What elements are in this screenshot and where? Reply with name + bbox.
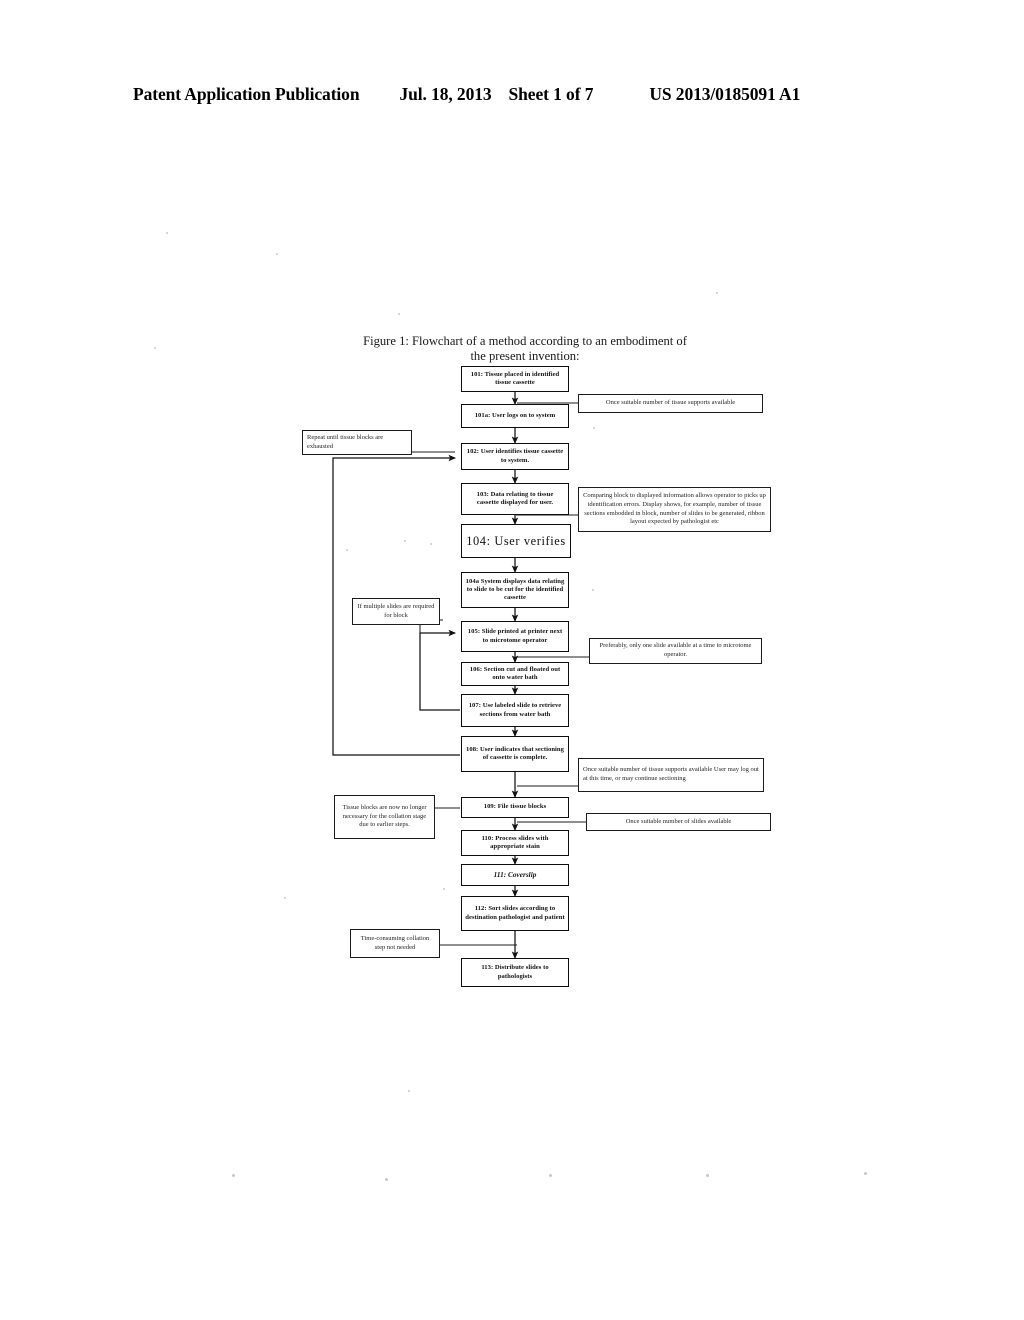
- flow-node-107[interactable]: 107: Use labeled slide to retrieve secti…: [461, 694, 569, 727]
- scan-speckle: [398, 313, 400, 315]
- scan-speckle: [593, 427, 595, 429]
- scan-speckle: [284, 897, 286, 899]
- flow-node-104[interactable]: 104: User verifies: [461, 524, 571, 558]
- figure-caption: Figure 1: Flowchart of a method accordin…: [355, 334, 695, 364]
- header-date-label: Jul. 18, 2013: [399, 84, 492, 104]
- flow-node-113[interactable]: 113: Distribute slides to pathologists: [461, 958, 569, 987]
- flow-node-112[interactable]: 112: Sort slides according to destinatio…: [461, 896, 569, 931]
- flow-node-104a[interactable]: 104a System displays data relating to sl…: [461, 572, 569, 608]
- scan-speckle: [346, 549, 348, 551]
- annotation-tissue-supports-available: Once suitable number of tissue supports …: [578, 394, 763, 413]
- scan-speckle: [549, 1174, 552, 1177]
- page-header: Patent Application Publication Jul. 18, …: [133, 84, 891, 110]
- flow-node-109[interactable]: 109: File tissue blocks: [461, 797, 569, 818]
- flow-node-105[interactable]: 105: Slide printed at printer next to mi…: [461, 621, 569, 652]
- scan-speckle: [154, 347, 156, 349]
- annotation-collation-not-needed: Time-consuming collation step not needed: [350, 929, 440, 958]
- scan-speckle: [404, 540, 406, 542]
- header-publication-label: Patent Application Publication: [133, 84, 360, 104]
- scan-speckle: [592, 589, 594, 591]
- annotation-user-may-log-out: Once suitable number of tissue supports …: [578, 758, 764, 792]
- scan-speckle: [408, 1090, 410, 1092]
- flow-node-111[interactable]: 111: Coverslip: [461, 864, 569, 886]
- annotation-one-slide-at-a-time: Preferably, only one slide available at …: [589, 638, 762, 664]
- scan-speckle: [385, 1178, 388, 1181]
- annotation-repeat-until-exhausted: Repeat until tissue blocks are exhausted: [302, 430, 412, 455]
- flow-node-101[interactable]: 101: Tissue placed in identified tissue …: [461, 366, 569, 392]
- scan-speckle: [443, 888, 445, 890]
- flow-node-110[interactable]: 110: Process slides with appropriate sta…: [461, 830, 569, 856]
- header-patent-number: US 2013/0185091 A1: [649, 84, 801, 104]
- scan-speckle: [232, 1174, 235, 1177]
- flow-node-106[interactable]: 106: Section cut and floated out onto wa…: [461, 662, 569, 686]
- annotation-blocks-not-needed: Tissue blocks are now no longer necessar…: [334, 795, 435, 839]
- annotation-multiple-slides-required: If multiple slides are required for bloc…: [352, 598, 440, 625]
- flow-node-101a[interactable]: 101a: User logs on to system: [461, 404, 569, 428]
- flow-node-108[interactable]: 108: User indicates that sectioning of c…: [461, 736, 569, 772]
- annotation-slides-available: Once suitable number of slides available: [586, 813, 771, 831]
- scan-speckle: [716, 292, 718, 294]
- flow-node-102[interactable]: 102: User identifies tissue cassette to …: [461, 443, 569, 470]
- header-sheet-label: Sheet 1 of 7: [508, 84, 594, 104]
- flowchart-connectors: [332, 392, 589, 960]
- flowchart-diagram: [0, 0, 1024, 1320]
- scan-speckle: [166, 232, 168, 234]
- figure-caption-line-2: the present invention:: [470, 349, 580, 363]
- scan-speckle: [430, 543, 432, 545]
- annotation-comparing-block: Comparing block to displayed information…: [578, 487, 771, 532]
- scan-speckle: [276, 253, 278, 255]
- flow-node-103[interactable]: 103: Data relating to tissue cassette di…: [461, 483, 569, 515]
- scan-speckle: [864, 1172, 867, 1175]
- figure-caption-line-1: Figure 1: Flowchart of a method accordin…: [363, 334, 687, 348]
- scan-speckle: [706, 1174, 709, 1177]
